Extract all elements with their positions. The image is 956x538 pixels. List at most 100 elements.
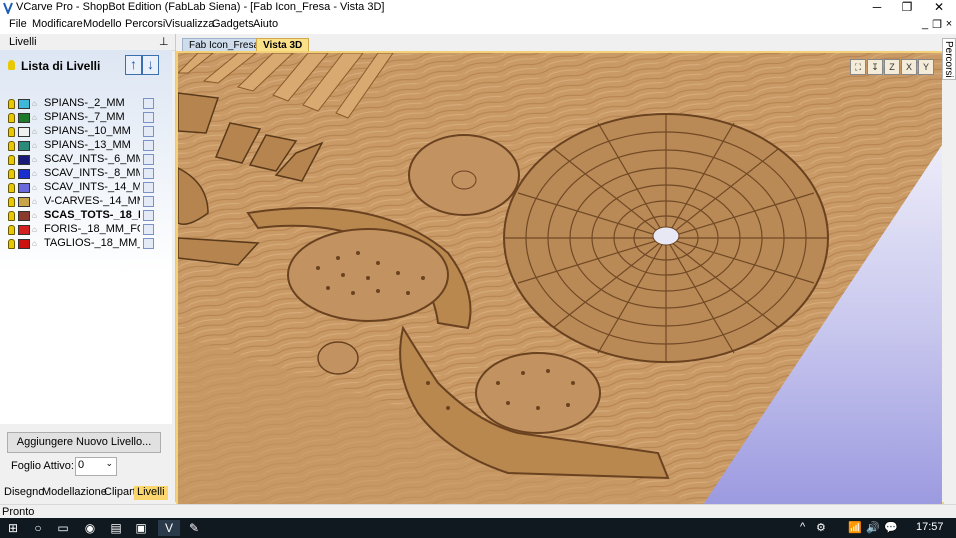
layer-row[interactable]: ⌂ SCAS_TOTS-_18_M...: [0, 209, 172, 223]
layer-row[interactable]: ⌂ SPIANS-_13_MM: [0, 139, 172, 153]
layer-color-swatch[interactable]: [18, 197, 30, 207]
wifi-icon[interactable]: 📶: [848, 521, 862, 534]
visibility-bulb-icon[interactable]: [8, 141, 15, 151]
layer-color-swatch[interactable]: [18, 141, 30, 151]
status-bar: Pronto: [0, 504, 956, 519]
visibility-bulb-icon[interactable]: [8, 211, 15, 221]
layer-color-swatch[interactable]: [18, 155, 30, 165]
lock-icon[interactable]: ⌂: [32, 141, 39, 150]
visibility-bulb-icon[interactable]: [8, 155, 15, 165]
chrome-icon[interactable]: ◉: [82, 520, 98, 536]
move-layer-up-button[interactable]: ↑: [125, 55, 142, 75]
store-icon[interactable]: ▣: [133, 520, 149, 536]
move-layer-down-button[interactable]: ↓: [142, 55, 159, 75]
view-y-icon[interactable]: Y: [918, 59, 934, 75]
lock-icon[interactable]: ⌂: [32, 225, 39, 234]
layer-name: SPIANS-_7_MM: [44, 111, 125, 123]
layer-checkbox[interactable]: [143, 112, 154, 123]
visibility-bulb-icon[interactable]: [8, 183, 15, 193]
restore-button[interactable]: ❐: [892, 0, 922, 16]
pin-icon[interactable]: ⊥: [159, 35, 169, 48]
lock-icon[interactable]: ⌂: [32, 113, 39, 122]
view-iso-icon[interactable]: ↧: [867, 59, 883, 75]
layer-row[interactable]: ⌂ SCAV_INTS-_6_MM: [0, 153, 172, 167]
lock-icon[interactable]: ⌂: [32, 99, 39, 108]
tab-livelli[interactable]: Livelli: [134, 486, 168, 500]
view-x-icon[interactable]: X: [901, 59, 917, 75]
layer-row[interactable]: ⌂ V-CARVES-_14_MM_...: [0, 195, 172, 209]
layer-color-swatch[interactable]: [18, 113, 30, 123]
minimize-button[interactable]: ─: [862, 0, 892, 16]
layer-color-swatch[interactable]: [18, 225, 30, 235]
close-button[interactable]: ✕: [924, 0, 954, 16]
menu-percorsi[interactable]: Percorsi: [125, 18, 165, 30]
clock[interactable]: 17:57: [916, 521, 944, 533]
visibility-bulb-icon[interactable]: [8, 239, 15, 249]
lock-icon[interactable]: ⌂: [32, 183, 39, 192]
doc-minimize-button[interactable]: _: [919, 18, 931, 30]
menu-modello[interactable]: Modello: [83, 18, 122, 30]
vcarve-taskbar-icon[interactable]: V: [158, 520, 180, 536]
layer-row[interactable]: ⌂ FORIS-_18_MM_FORI: [0, 223, 172, 237]
lock-icon[interactable]: ⌂: [32, 197, 39, 206]
start-icon[interactable]: ⊞: [5, 520, 21, 536]
layer-color-swatch[interactable]: [18, 183, 30, 193]
layer-checkbox[interactable]: [143, 238, 154, 249]
menu-modificare[interactable]: Modificare: [32, 18, 83, 30]
add-layer-button[interactable]: Aggiungere Nuovo Livello...: [7, 432, 161, 453]
layer-name: SPIANS-_2_MM: [44, 97, 125, 109]
menu-aiuto[interactable]: Aiuto: [253, 18, 278, 30]
layer-checkbox[interactable]: [143, 196, 154, 207]
layer-checkbox[interactable]: [143, 98, 154, 109]
menu-file[interactable]: File: [9, 18, 27, 30]
zoom-extents-icon[interactable]: ⛶: [850, 59, 866, 75]
tab-modellazione[interactable]: Modellazione: [39, 486, 110, 500]
task-view-icon[interactable]: ▭: [55, 520, 71, 536]
tab-percorsi-side[interactable]: Percorsi: [942, 38, 956, 80]
doc-restore-button[interactable]: ❐: [931, 18, 943, 31]
layer-row[interactable]: ⌂ SCAV_INTS-_14_MM: [0, 181, 172, 195]
layer-checkbox[interactable]: [143, 126, 154, 137]
layer-checkbox[interactable]: [143, 210, 154, 221]
file-explorer-icon[interactable]: ▤: [108, 520, 124, 536]
menu-gadgets[interactable]: Gadgets: [212, 18, 254, 30]
lock-icon[interactable]: ⌂: [32, 211, 39, 220]
visibility-bulb-icon[interactable]: [8, 225, 15, 235]
layer-color-swatch[interactable]: [18, 99, 30, 109]
layer-checkbox[interactable]: [143, 224, 154, 235]
active-sheet-select[interactable]: 0 ⌄: [75, 457, 117, 476]
layer-color-swatch[interactable]: [18, 211, 30, 221]
layer-checkbox[interactable]: [143, 168, 154, 179]
volume-icon[interactable]: 🔊: [866, 521, 880, 534]
layer-color-swatch[interactable]: [18, 239, 30, 249]
layer-checkbox[interactable]: [143, 182, 154, 193]
lock-icon[interactable]: ⌂: [32, 239, 39, 248]
visibility-bulb-icon[interactable]: [8, 99, 15, 109]
tray-chevron-icon[interactable]: ^: [800, 521, 805, 533]
layer-row[interactable]: ⌂ SCAV_INTS-_8_MM: [0, 167, 172, 181]
layer-checkbox[interactable]: [143, 154, 154, 165]
layer-checkbox[interactable]: [143, 140, 154, 151]
tray-settings-icon[interactable]: ⚙: [816, 521, 826, 534]
lock-icon[interactable]: ⌂: [32, 127, 39, 136]
visibility-bulb-icon[interactable]: [8, 169, 15, 179]
3d-view[interactable]: ⛶ ↧ Z X Y: [176, 51, 944, 507]
view-z-icon[interactable]: Z: [884, 59, 900, 75]
lock-icon[interactable]: ⌂: [32, 155, 39, 164]
visibility-bulb-icon[interactable]: [8, 127, 15, 137]
layer-row[interactable]: ⌂ TAGLIOS-_18_MM_T...: [0, 237, 172, 251]
layer-name: V-CARVES-_14_MM_...: [44, 195, 140, 207]
search-icon[interactable]: ○: [30, 520, 46, 536]
visibility-bulb-icon[interactable]: [8, 113, 15, 123]
visibility-bulb-icon[interactable]: [8, 197, 15, 207]
notifications-icon[interactable]: 💬: [884, 521, 898, 534]
doc-close-button[interactable]: ×: [943, 18, 955, 30]
app-taskbar-icon[interactable]: ✎: [186, 520, 202, 536]
lock-icon[interactable]: ⌂: [32, 169, 39, 178]
layer-color-swatch[interactable]: [18, 127, 30, 137]
menu-visualizza[interactable]: Visualizza: [165, 18, 214, 30]
layer-row[interactable]: ⌂ SPIANS-_10_MM: [0, 125, 172, 139]
layer-row[interactable]: ⌂ SPIANS-_7_MM: [0, 111, 172, 125]
layer-row[interactable]: ⌂ SPIANS-_2_MM: [0, 97, 172, 111]
layer-color-swatch[interactable]: [18, 169, 30, 179]
